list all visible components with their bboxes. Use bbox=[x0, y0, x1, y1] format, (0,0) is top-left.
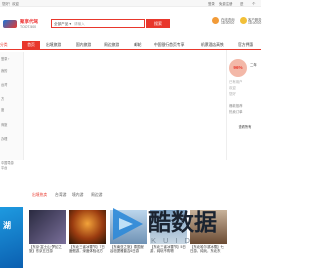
welcome-text: 您好！欢迎 bbox=[2, 2, 19, 6]
sidebar-item[interactable]: 商旅 bbox=[1, 122, 7, 127]
sidebar-item[interactable]: 平台 bbox=[1, 165, 7, 170]
category-menu[interactable]: 分类 bbox=[0, 41, 19, 49]
watermark-logo-icon bbox=[113, 208, 143, 240]
promo-banner[interactable]: 湖 bbox=[0, 207, 23, 268]
chat-icon bbox=[212, 17, 219, 24]
nav-boc[interactable]: 中国银行首页专享 bbox=[154, 42, 184, 48]
nav-domestic[interactable]: 国内旅游 bbox=[76, 42, 91, 48]
search-button[interactable]: 搜索 bbox=[146, 19, 170, 28]
card-caption[interactable]: 【东北三省冰雪节】5日游，纯玩不购物 bbox=[150, 245, 186, 254]
watermark-subtext: KUID bbox=[151, 236, 197, 245]
register-link[interactable]: 免费注册 bbox=[219, 1, 233, 6]
nav-nearby[interactable]: 周边旅游 bbox=[104, 42, 119, 48]
card-image[interactable] bbox=[69, 210, 106, 244]
service-area: 在线咨询 18:00:00 客户服务 18:00:00 bbox=[212, 16, 262, 32]
nav-outbound[interactable]: 出境旅游 bbox=[46, 42, 61, 48]
panel-line: 爆款推荐 bbox=[229, 104, 243, 108]
nav-cruise[interactable]: 邮轮 bbox=[134, 42, 142, 48]
logo-subtitle: TOOT.500 bbox=[20, 25, 37, 29]
sidebar-item[interactable]: 台湾 bbox=[1, 82, 7, 87]
top-link-3[interactable]: 进 bbox=[240, 1, 243, 6]
phone-icon bbox=[240, 17, 247, 24]
sidebar-item[interactable]: 方 bbox=[1, 96, 4, 101]
panel-line: 已有用户 bbox=[229, 80, 243, 84]
panel-label: 二年 bbox=[250, 63, 257, 67]
sidebar-item[interactable]: 办理 bbox=[1, 136, 7, 141]
card-image[interactable] bbox=[29, 210, 66, 244]
promo-text: 湖 bbox=[3, 221, 11, 230]
nav-home[interactable]: 首页 bbox=[22, 41, 40, 49]
top-bar: 您好！欢迎 登录 免费注册 进 个 bbox=[0, 0, 261, 7]
service-1-sub: 18:00:00 bbox=[221, 21, 235, 25]
login-link[interactable]: 登录 bbox=[208, 1, 215, 6]
sidebar-item[interactable]: 度 bbox=[1, 107, 4, 112]
service-2-sub: 18:00:00 bbox=[248, 21, 262, 25]
watermark-text: 酷数据 bbox=[148, 209, 217, 235]
tab-taiwan[interactable]: 台湾游 bbox=[55, 193, 66, 198]
card-caption[interactable]: 【东北三省冰雪节】7日度假游，深度体验北方 bbox=[69, 245, 105, 254]
logo-title: 聚享代驾 bbox=[20, 19, 38, 24]
progress-badge: 96% bbox=[229, 59, 247, 77]
tab-nearby[interactable]: 周边游 bbox=[91, 193, 102, 198]
sidebar-item[interactable]: 我的 bbox=[1, 68, 7, 73]
panel-line: 您好 bbox=[229, 92, 236, 96]
sidebar-item[interactable]: 登录 › bbox=[1, 56, 9, 61]
nav-official[interactable]: 官方押惠 bbox=[238, 42, 253, 48]
search-input[interactable]: 请输入 bbox=[74, 22, 85, 27]
top-link-4[interactable]: 个 bbox=[252, 1, 255, 6]
search-box[interactable]: 全部产品 ▾ 请输入 bbox=[51, 19, 145, 28]
logo-icon[interactable] bbox=[3, 20, 17, 28]
banner-area[interactable] bbox=[24, 50, 225, 160]
category-sidebar: 登录 › 我的 台湾 方 度 商旅 办理 中国导游 平台 bbox=[0, 52, 24, 170]
view-all-button[interactable]: 查看所有 bbox=[236, 124, 254, 130]
search-category-select[interactable]: 全部产品 ▾ bbox=[54, 22, 71, 27]
panel-line: 热卖订单 bbox=[229, 110, 243, 114]
nav-flight-hotel[interactable]: 机票酒店高铁 bbox=[201, 42, 224, 48]
tab-outbound-hot[interactable]: 出境热卖 bbox=[32, 193, 47, 198]
tab-domestic[interactable]: 境内游 bbox=[72, 193, 83, 198]
card-caption[interactable]: 【东京·富士山·梦幻之旅】东京五日游 bbox=[29, 245, 65, 254]
panel-line: 欢迎 bbox=[229, 86, 236, 90]
card-caption[interactable]: 【东北哈尔滨冰雪】七日游，纯玩，东北东 bbox=[190, 245, 226, 254]
